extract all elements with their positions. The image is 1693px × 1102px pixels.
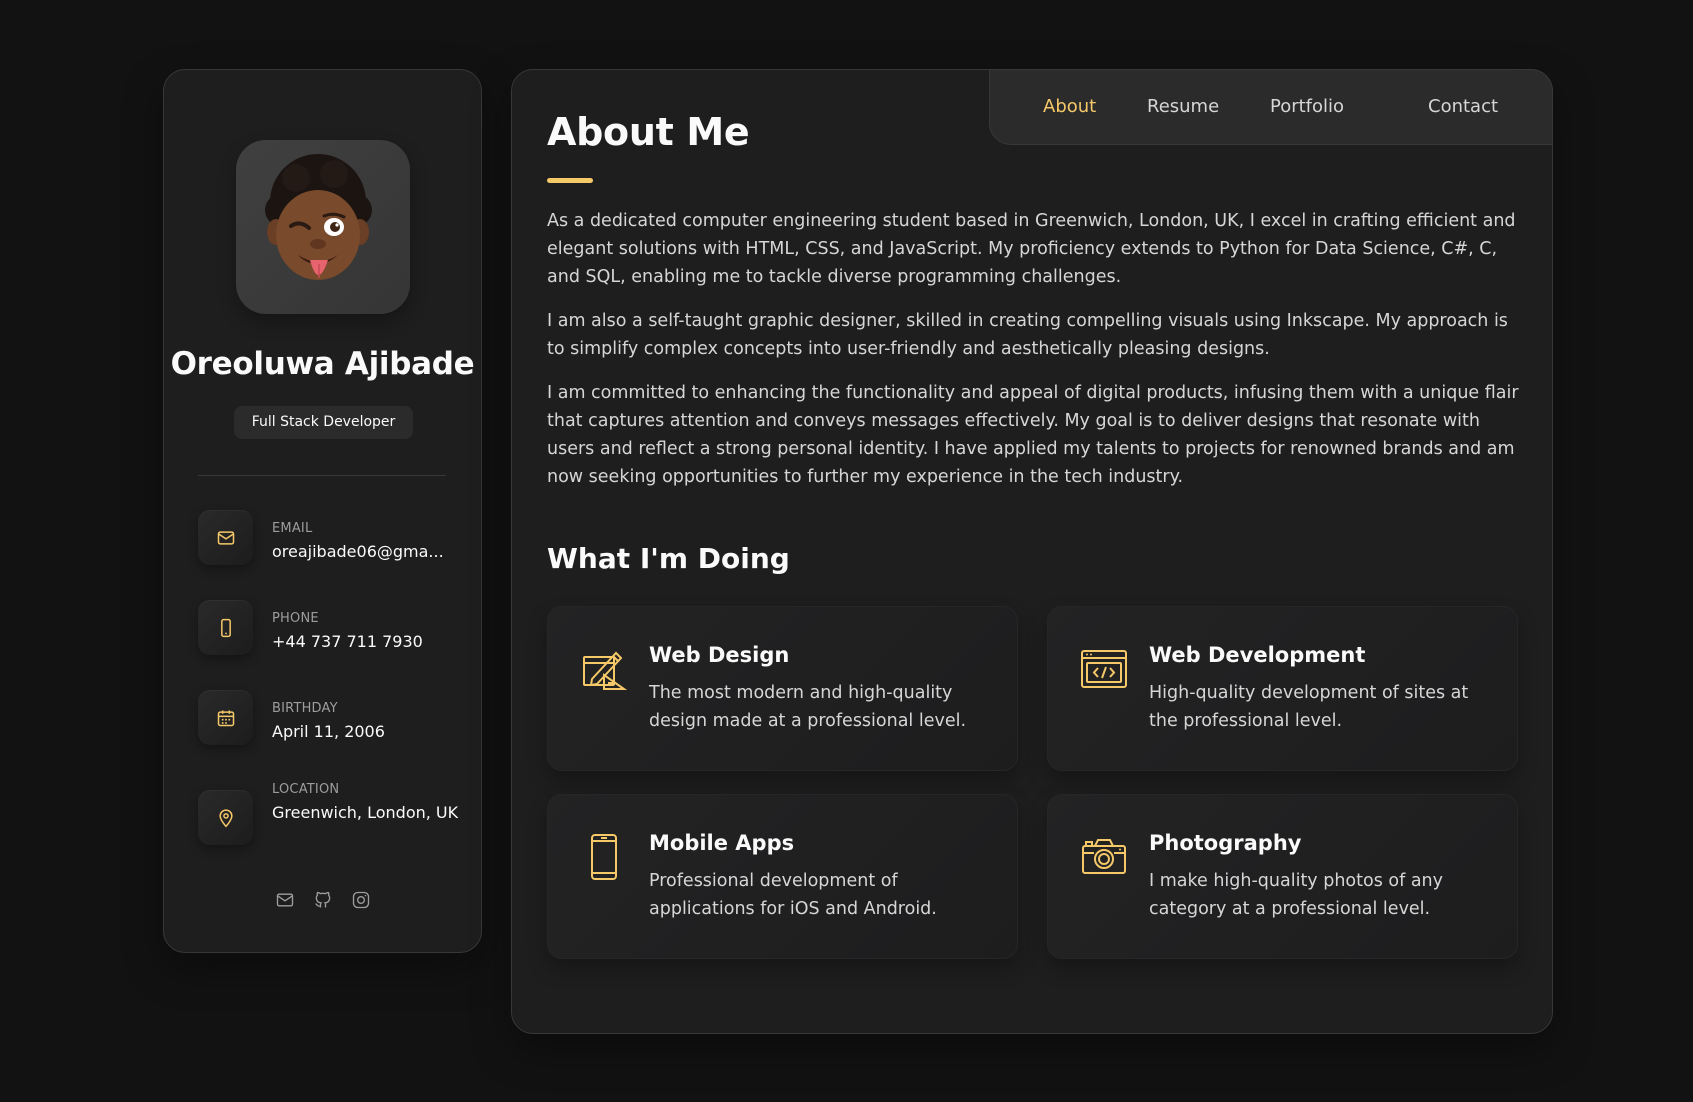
memoji-avatar-icon bbox=[265, 154, 372, 280]
page-title: About Me bbox=[547, 110, 750, 154]
mail-icon bbox=[276, 893, 293, 907]
main-content: About Resume Portfolio Contact About Me … bbox=[511, 69, 1553, 1034]
instagram-icon bbox=[352, 891, 369, 909]
mobile-phone-icon bbox=[591, 834, 617, 880]
nav-portfolio[interactable]: Portfolio bbox=[1270, 96, 1344, 117]
about-paragraph: I am also a self-taught graphic designer… bbox=[547, 311, 1508, 359]
location-value: Greenwich, London, UK bbox=[272, 803, 459, 822]
phone-link[interactable]: +44 737 711 7930 bbox=[272, 630, 462, 654]
services-title: What I'm Doing bbox=[547, 542, 790, 575]
service-text: Professional development of applications… bbox=[649, 871, 937, 919]
sidebar-separator bbox=[198, 475, 446, 476]
birthday-value: April 11, 2006 bbox=[272, 722, 385, 741]
service-title: Photography bbox=[1149, 831, 1302, 855]
nav-contact[interactable]: Contact bbox=[1428, 96, 1498, 117]
social-github-link[interactable] bbox=[313, 890, 333, 910]
profile-sidebar: Oreoluwa Ajibade Full Stack Developer Em… bbox=[163, 69, 482, 953]
camera-icon bbox=[1082, 839, 1126, 874]
social-links bbox=[164, 890, 481, 910]
service-card-web-design: Web Design The most modern and high-qual… bbox=[547, 606, 1018, 771]
service-text: The most modern and high-quality design … bbox=[649, 683, 967, 731]
email-icon-box bbox=[198, 510, 253, 565]
contact-label: Birthday bbox=[272, 701, 338, 716]
profile-name: Oreoluwa Ajibade bbox=[170, 346, 475, 382]
social-mail-link[interactable] bbox=[275, 890, 295, 910]
calendar-icon bbox=[217, 710, 234, 726]
service-card-photography: Photography I make high-quality photos o… bbox=[1047, 794, 1518, 959]
contact-label: Email bbox=[272, 521, 313, 536]
birthday-icon-box bbox=[198, 690, 253, 745]
location-icon-box bbox=[198, 790, 253, 845]
about-text: As a dedicated computer engineering stud… bbox=[547, 207, 1522, 507]
service-title: Web Design bbox=[649, 643, 790, 667]
phone-icon bbox=[220, 618, 231, 637]
code-window-icon bbox=[1081, 650, 1127, 688]
social-instagram-link[interactable] bbox=[351, 890, 371, 910]
service-title: Mobile Apps bbox=[649, 831, 795, 855]
title-underline bbox=[547, 178, 593, 183]
github-icon bbox=[314, 891, 330, 908]
service-text: I make high-quality photos of any catego… bbox=[1149, 871, 1443, 919]
about-paragraph: I am committed to enhancing the function… bbox=[547, 383, 1519, 487]
avatar bbox=[236, 140, 410, 314]
location-pin-icon bbox=[218, 808, 233, 827]
service-card-web-development: Web Development High-quality development… bbox=[1047, 606, 1518, 771]
nav-about[interactable]: About bbox=[1043, 96, 1096, 117]
mail-icon bbox=[217, 530, 234, 545]
about-paragraph: As a dedicated computer engineering stud… bbox=[547, 211, 1516, 287]
nav-resume[interactable]: Resume bbox=[1147, 96, 1219, 117]
phone-icon-box bbox=[198, 600, 253, 655]
top-navbar: About Resume Portfolio Contact bbox=[989, 69, 1553, 145]
service-title: Web Development bbox=[1149, 643, 1366, 667]
contact-label: Phone bbox=[272, 611, 319, 626]
email-link[interactable]: oreajibade06@gma... bbox=[272, 540, 462, 564]
design-pencil-icon bbox=[583, 651, 628, 690]
service-text: High-quality development of sites at the… bbox=[1149, 683, 1469, 731]
service-card-mobile-apps: Mobile Apps Professional development of … bbox=[547, 794, 1018, 959]
job-title-badge: Full Stack Developer bbox=[234, 406, 413, 439]
contact-label: Location bbox=[272, 782, 340, 797]
